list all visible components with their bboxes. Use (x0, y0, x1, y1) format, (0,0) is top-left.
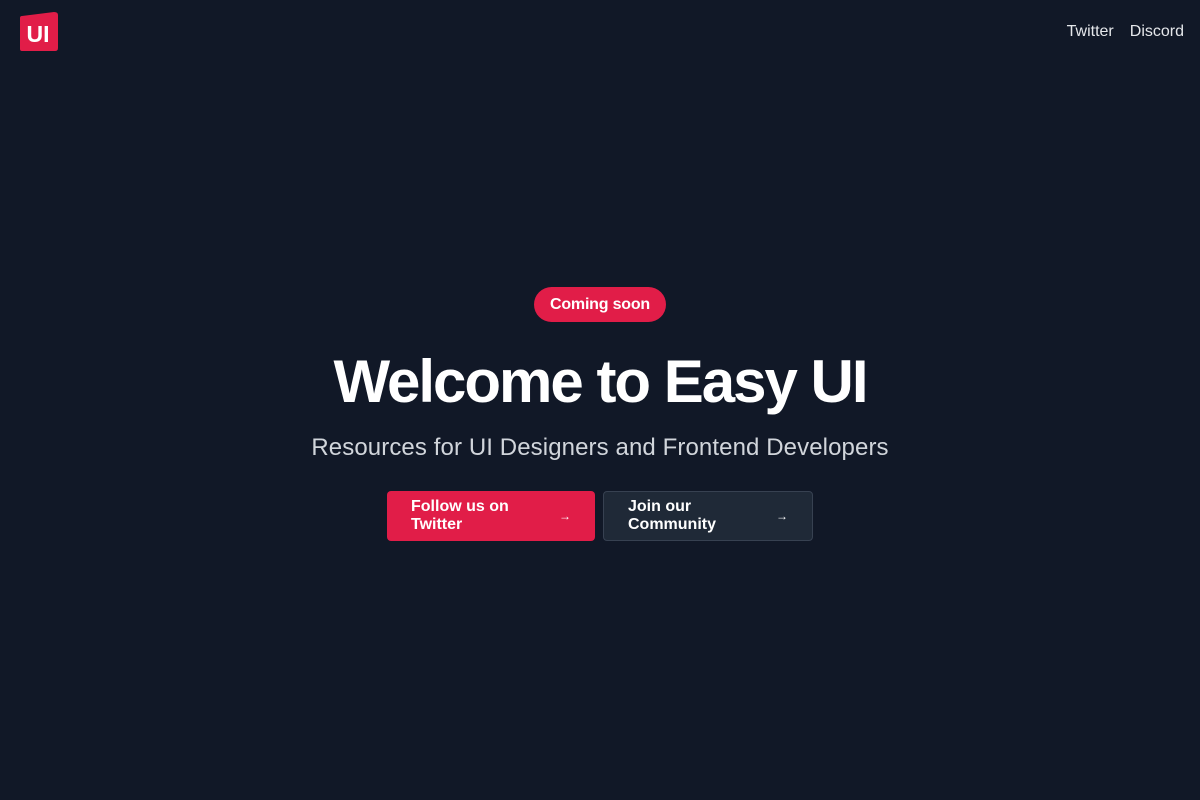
coming-soon-badge: Coming soon (533, 287, 666, 322)
logo-icon: UI (20, 12, 58, 51)
nav-link-discord[interactable]: Discord (1130, 22, 1184, 42)
join-community-label: Join our Community (628, 498, 716, 533)
arrow-right-icon: → (776, 509, 788, 523)
follow-twitter-label: Follow us on Twitter (411, 498, 509, 533)
logo[interactable]: UI (16, 12, 60, 52)
arrow-right-icon: → (559, 509, 571, 523)
nav-link-twitter[interactable]: Twitter (1067, 22, 1114, 42)
page-subtitle: Resources for UI Designers and Frontend … (311, 434, 889, 461)
page-title: Welcome to Easy UI (333, 348, 868, 415)
logo-text: UI (27, 21, 50, 47)
cta-buttons: Follow us on Twitter → Join our Communit… (387, 491, 813, 541)
follow-twitter-button[interactable]: Follow us on Twitter → (387, 491, 595, 541)
top-nav: Twitter Discord (1067, 22, 1184, 42)
page: UI Twitter Discord Coming soon Welcome t… (0, 0, 1200, 800)
hero: Coming soon Welcome to Easy UI Resources… (0, 287, 1200, 541)
join-community-button[interactable]: Join our Community → (603, 491, 813, 541)
